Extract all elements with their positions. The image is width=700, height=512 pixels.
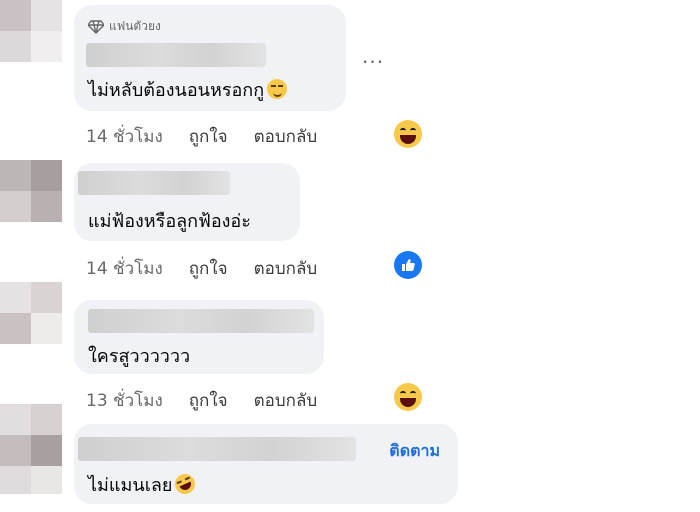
comment-text: แม่ฟ้องหรือลูกฟ้องอ่ะ	[88, 211, 251, 232]
comment-actions: 14 ชั่วโมง ถูกใจ ตอบกลับ	[86, 255, 343, 282]
comment-text: ไม่แมนเลย	[88, 475, 173, 496]
avatar[interactable]	[0, 282, 62, 344]
follow-button[interactable]: ติดตาม	[389, 439, 440, 464]
comment-bubble: ใครสูวววววว	[74, 300, 324, 374]
more-options-button[interactable]: ···	[362, 50, 384, 74]
smirk-emoji-icon	[267, 79, 288, 99]
comment-text-row: ไม่หลับต้องนอนหรอกกู	[88, 75, 288, 104]
diamond-icon	[88, 19, 104, 34]
avatar[interactable]	[0, 160, 62, 222]
avatar[interactable]	[0, 404, 62, 494]
reply-button[interactable]: ตอบกลับ	[254, 255, 318, 282]
haha-reaction-icon[interactable]	[394, 383, 422, 411]
comment-bubble: แฟนตัวยง ไม่หลับต้องนอนหรอกกู	[74, 5, 346, 111]
comment-actions: 14 ชั่วโมง ถูกใจ ตอบกลับ	[86, 123, 343, 150]
top-fan-badge: แฟนตัวยง	[88, 17, 161, 36]
comment-bubble: ติดตาม ไม่แมนเลย	[74, 424, 458, 504]
comment-time[interactable]: 14 ชั่วโมง	[86, 123, 163, 150]
rofl-emoji-icon	[172, 470, 199, 498]
comment-actions: 13 ชั่วโมง ถูกใจ ตอบกลับ	[86, 387, 343, 414]
haha-reaction-icon[interactable]	[394, 120, 422, 148]
avatar[interactable]	[0, 0, 62, 62]
like-button[interactable]: ถูกใจ	[189, 387, 228, 414]
commenter-name[interactable]	[78, 437, 356, 461]
comment-text-row: ไม่แมนเลย	[88, 470, 199, 499]
commenter-name[interactable]	[88, 309, 314, 333]
comment-text: ไม่หลับต้องนอนหรอกกู	[88, 80, 265, 101]
comment-text: ใครสูวววววว	[88, 346, 191, 367]
reply-button[interactable]: ตอบกลับ	[254, 123, 318, 150]
thumbs-up-icon	[402, 259, 415, 271]
comment-bubble: แม่ฟ้องหรือลูกฟ้องอ่ะ	[74, 163, 300, 241]
reply-button[interactable]: ตอบกลับ	[254, 387, 318, 414]
commenter-name[interactable]	[78, 171, 230, 195]
comment-time[interactable]: 14 ชั่วโมง	[86, 255, 163, 282]
comment-time[interactable]: 13 ชั่วโมง	[86, 387, 163, 414]
like-button[interactable]: ถูกใจ	[189, 255, 228, 282]
like-reaction-icon[interactable]	[394, 251, 422, 279]
badge-label: แฟนตัวยง	[109, 19, 161, 33]
like-button[interactable]: ถูกใจ	[189, 123, 228, 150]
commenter-name[interactable]	[86, 43, 266, 67]
